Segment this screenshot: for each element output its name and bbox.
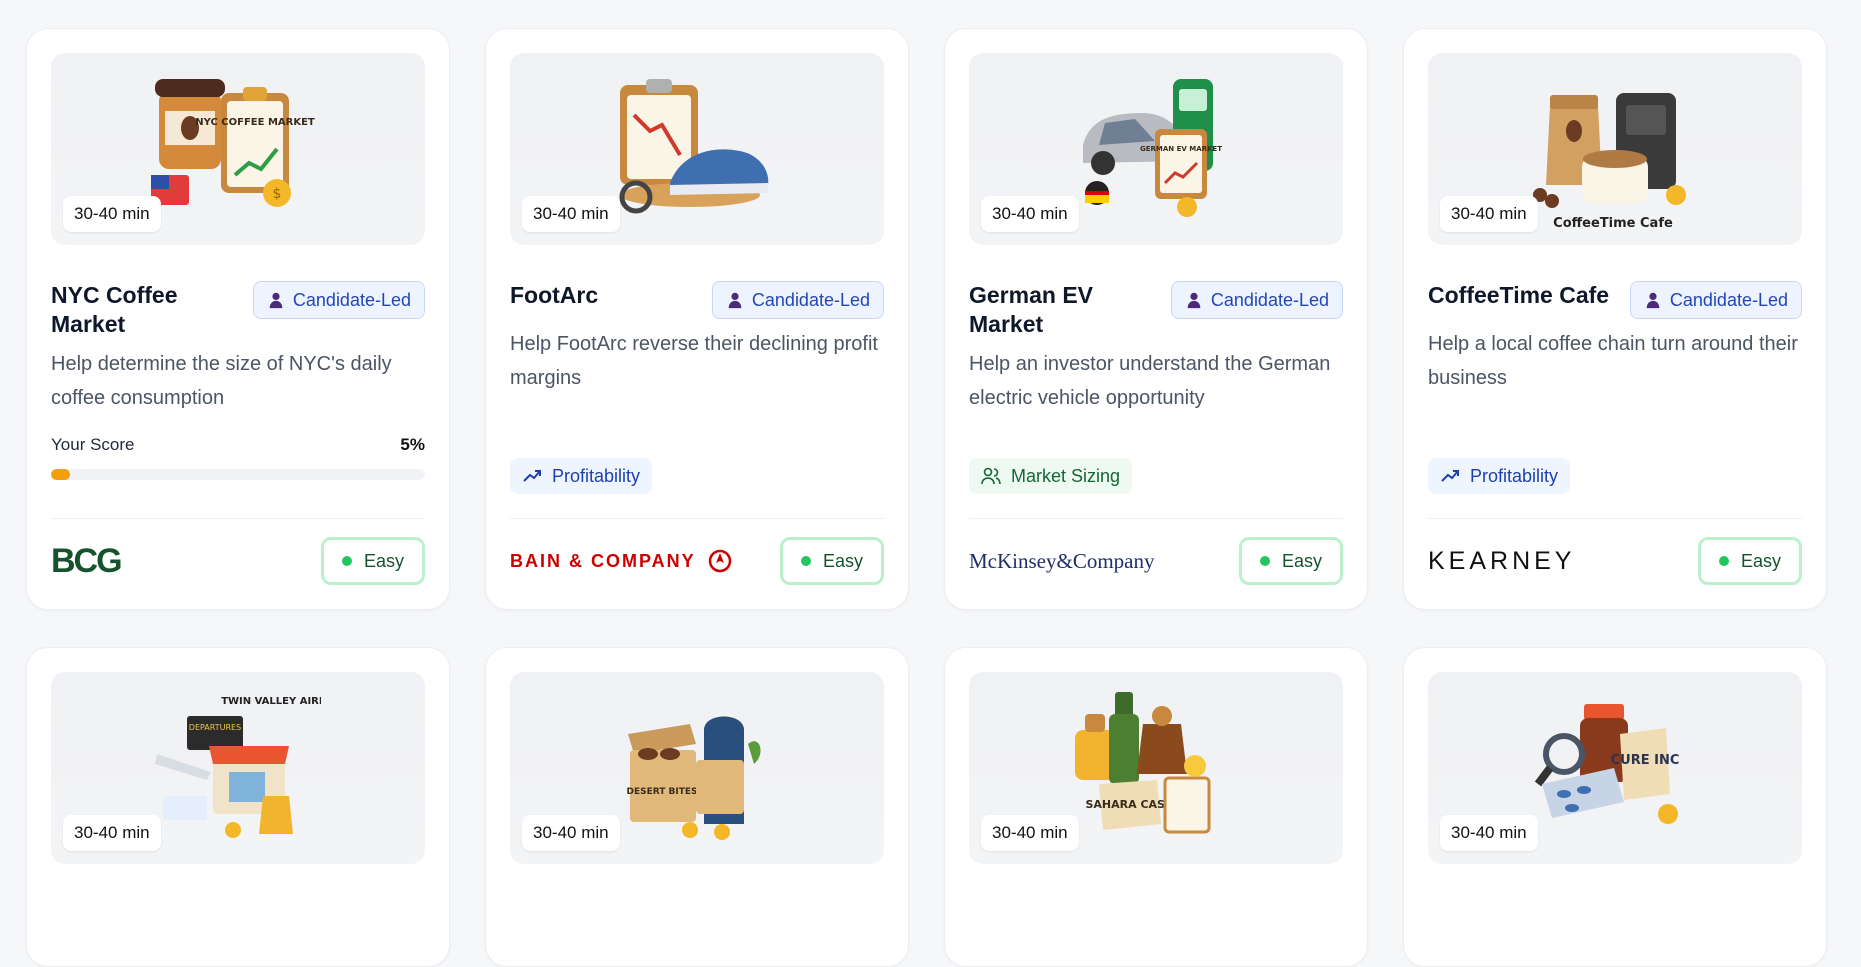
company-logo-bain: BAIN & COMPANY [510, 549, 732, 573]
trending-up-icon [1441, 470, 1459, 482]
image-sign: DEPARTURES [189, 723, 241, 732]
divider [1428, 518, 1802, 519]
category-label: Profitability [1470, 465, 1559, 486]
divider [510, 518, 884, 519]
status-dot-icon [341, 556, 352, 566]
image-caption: DESERT BITES [626, 787, 697, 797]
image-caption-line: GERMAN EV MARKET [1140, 145, 1222, 153]
coffee-bag-cup-icon: CoffeeTime Cafe [1533, 93, 1686, 230]
case-thumbnail: DESERT BITES 30-40 min [510, 672, 884, 864]
status-dot-icon [1259, 556, 1270, 566]
duration-badge: 30-40 min [1440, 815, 1538, 851]
case-card-twin-valley-airport[interactable]: DEPARTURES TWIN VALLEY AIRPORT 30-40 min [26, 647, 450, 967]
difficulty-label: Easy [1281, 550, 1322, 571]
duration-badge: 30-40 min [63, 815, 161, 851]
svg-text:$: $ [273, 186, 282, 202]
score-label: Your Score [51, 435, 135, 454]
company-logo-mckinsey: McKinsey&Company [969, 548, 1155, 573]
duration-badge: 30-40 min [522, 196, 620, 232]
case-card-coffeetime-cafe[interactable]: CoffeeTime Cafe 30-40 min CoffeeTime Caf… [1403, 28, 1827, 610]
case-thumbnail: CURE INC 30-40 min [1428, 672, 1802, 864]
image-caption: CoffeeTime Cafe [1553, 216, 1673, 230]
divider [969, 518, 1343, 519]
category-tag: Market Sizing [969, 458, 1133, 494]
medicine-bottle-icon: CURE INC [1534, 704, 1680, 824]
case-card-cure-inc[interactable]: CURE INC 30-40 min [1403, 647, 1827, 967]
candidate-led-badge: Candidate-Led [252, 281, 425, 319]
case-title: CoffeeTime Cafe [1428, 282, 1610, 308]
category-tag: Profitability [510, 458, 653, 494]
duration-badge: 30-40 min [981, 196, 1079, 232]
image-caption: CURE INC [1611, 753, 1680, 768]
person-icon [1646, 292, 1660, 309]
company-name: BAIN & COMPANY [510, 550, 696, 571]
score-progress-fill [51, 469, 70, 480]
trending-up-icon [523, 470, 541, 482]
status-dot-icon [1718, 556, 1729, 566]
difficulty-label: Easy [1740, 550, 1781, 571]
company-logo-kearney: KEARNEY [1428, 546, 1576, 575]
duration-badge: 30-40 min [1440, 196, 1538, 232]
case-thumbnail: DEPARTURES TWIN VALLEY AIRPORT 30-40 min [51, 672, 425, 864]
case-thumbnail: 30-40 min [510, 53, 884, 245]
case-thumbnail: GERMAN EV MARKET 30-40 min [969, 53, 1343, 245]
difficulty-label: Easy [363, 550, 404, 571]
image-caption-line: NYC COFFEE MARKET [195, 117, 315, 128]
case-thumbnail: CoffeeTime Cafe 30-40 min [1428, 53, 1802, 245]
difficulty-button[interactable]: Easy [1238, 537, 1343, 585]
candidate-led-badge: Candidate-Led [711, 281, 884, 319]
dates-box-icon: DESERT BITES [626, 716, 761, 840]
person-icon [269, 292, 283, 309]
case-thumbnail: NYC COFFEE MARKET $ 30-40 min [51, 53, 425, 245]
case-card-german-ev[interactable]: GERMAN EV MARKET 30-40 min German EV Mar… [944, 28, 1368, 610]
category-label: Profitability [552, 465, 641, 486]
badge-label: Candidate-Led [1210, 289, 1329, 310]
duration-badge: 30-40 min [981, 815, 1079, 851]
duration-badge: 30-40 min [522, 815, 620, 851]
duration-badge: 30-40 min [63, 196, 161, 232]
divider [51, 518, 425, 519]
person-icon [1187, 292, 1201, 309]
car-charger-icon: GERMAN EV MARKET [1083, 79, 1222, 217]
case-title: NYC Coffee Market [51, 282, 178, 337]
score-row: Your Score 5% [51, 435, 425, 455]
score-progress-bar [51, 469, 425, 480]
case-title: German EV Market [969, 282, 1093, 337]
case-description: Help a local coffee chain turn around th… [1428, 333, 1798, 389]
badge-label: Candidate-Led [292, 289, 411, 310]
status-dot-icon [800, 556, 811, 566]
clipboard-sneaker-icon [619, 79, 769, 214]
users-icon [981, 467, 1001, 485]
case-card-desert-bites[interactable]: DESERT BITES 30-40 min [485, 647, 909, 967]
score-percent: 5% [400, 435, 425, 454]
difficulty-label: Easy [822, 550, 863, 571]
difficulty-button[interactable]: Easy [779, 537, 884, 585]
person-icon [728, 292, 742, 309]
image-caption: SAHARA CASE [1086, 798, 1173, 811]
badge-label: Candidate-Led [751, 289, 870, 310]
candidate-led-badge: Candidate-Led [1629, 281, 1802, 319]
case-title: FootArc [510, 282, 599, 308]
perfume-oil-icon: SAHARA CASE [1075, 692, 1211, 834]
badge-label: Candidate-Led [1669, 289, 1788, 310]
candidate-led-badge: Candidate-Led [1170, 281, 1343, 319]
case-thumbnail: SAHARA CASE 30-40 min [969, 672, 1343, 864]
image-caption: TWIN VALLEY AIRPORT [221, 696, 321, 707]
difficulty-button[interactable]: Easy [1697, 537, 1802, 585]
case-card-nyc-coffee[interactable]: NYC COFFEE MARKET $ 30-40 min NYC Coffee… [26, 28, 450, 610]
difficulty-button[interactable]: Easy [320, 537, 425, 585]
coffee-cup-clipboard-icon: NYC COFFEE MARKET $ [151, 79, 315, 207]
bain-mark-icon [708, 549, 731, 573]
case-description: Help determine the size of NYC's daily c… [51, 353, 392, 409]
case-description: Help FootArc reverse their declining pro… [510, 333, 878, 389]
company-logo-bcg: BCG [51, 541, 123, 580]
category-label: Market Sizing [1011, 465, 1121, 486]
category-tag: Profitability [1428, 458, 1571, 494]
case-card-sahara-case[interactable]: SAHARA CASE 30-40 min [944, 647, 1368, 967]
airport-shop-icon: DEPARTURES TWIN VALLEY AIRPORT [155, 696, 321, 838]
case-grid: NYC COFFEE MARKET $ 30-40 min NYC Coffee… [26, 28, 1827, 967]
case-card-footarc[interactable]: 30-40 min FootArc Candidate-Led Help Foo… [485, 28, 909, 610]
case-description: Help an investor understand the German e… [969, 353, 1331, 409]
